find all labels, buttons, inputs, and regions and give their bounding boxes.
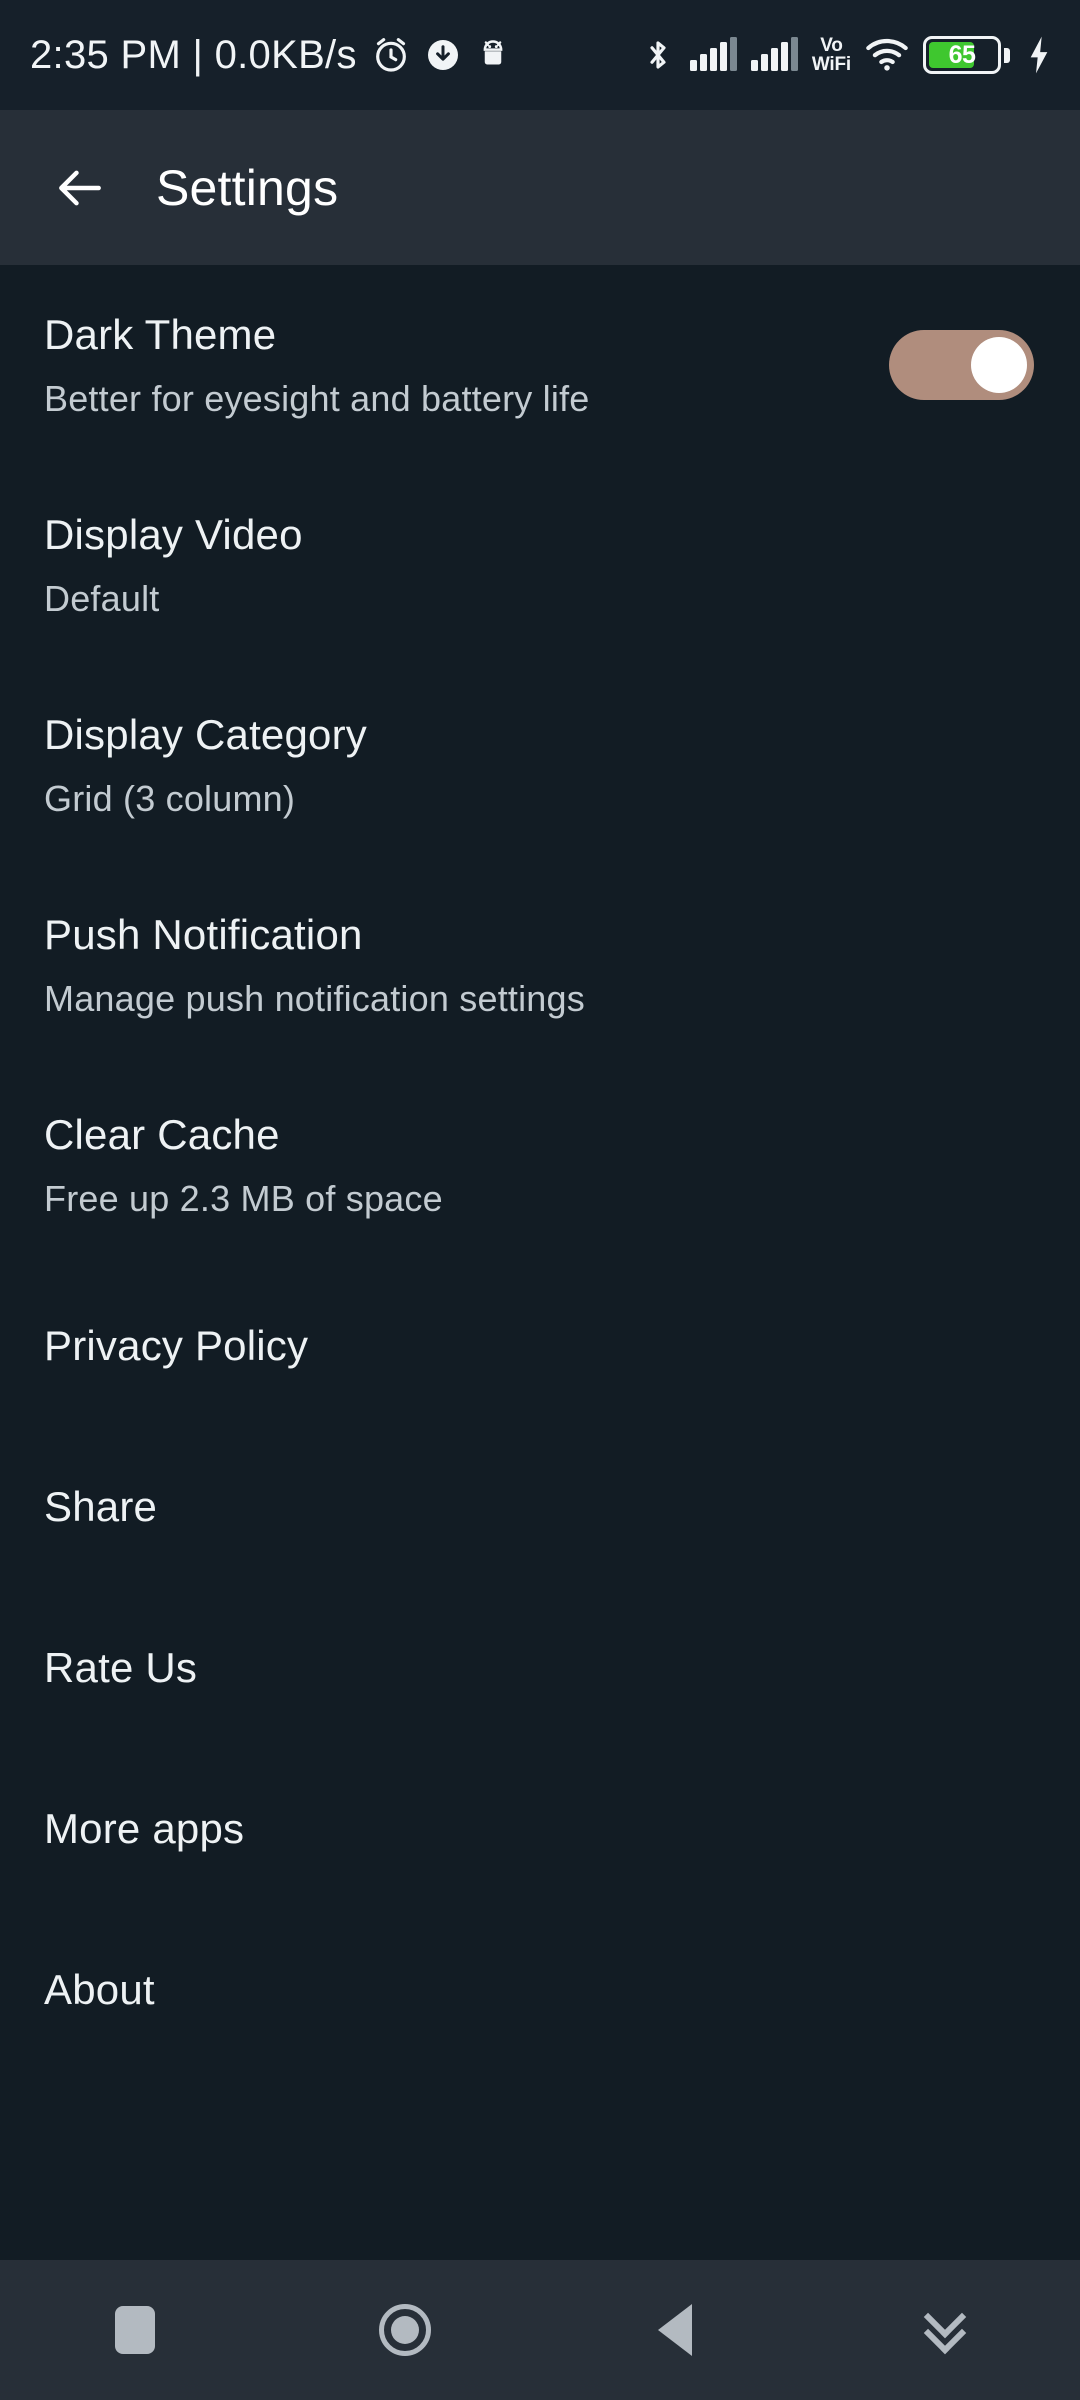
row-texts: Dark Theme Better for eyesight and batte…	[44, 310, 590, 419]
row-texts: Share	[44, 1482, 158, 1530]
volte-wifi-icon: Vo WiFi	[812, 36, 851, 74]
row-title: About	[44, 1965, 155, 2013]
volte-line-1: Vo	[820, 35, 843, 56]
battery-percent: 65	[948, 40, 976, 69]
row-title: Privacy Policy	[44, 1321, 309, 1369]
settings-row-share[interactable]: Share	[44, 1426, 1036, 1587]
settings-row-privacy-policy[interactable]: Privacy Policy	[44, 1265, 1036, 1426]
row-texts: Clear Cache Free up 2.3 MB of space	[44, 1110, 443, 1219]
status-bar-left: 2:35 PM | 0.0KB/s	[30, 33, 511, 78]
settings-row-rate-us[interactable]: Rate Us	[44, 1587, 1036, 1748]
row-title: Rate Us	[44, 1643, 198, 1691]
row-subtitle: Free up 2.3 MB of space	[44, 1177, 443, 1219]
battery-tip	[1004, 47, 1010, 63]
battery-indicator: 65	[923, 36, 1010, 74]
row-subtitle: Grid (3 column)	[44, 777, 296, 819]
navigation-bar	[0, 2260, 1080, 2400]
charging-bolt-icon	[1030, 36, 1048, 74]
row-subtitle: Manage push notification settings	[44, 977, 585, 1019]
row-texts: Display Category Grid (3 column)	[44, 710, 367, 819]
arrow-left-icon[interactable]	[52, 160, 108, 216]
switch-thumb	[971, 337, 1027, 393]
row-title: Share	[44, 1482, 158, 1530]
row-texts: Privacy Policy	[44, 1321, 309, 1369]
chevron-double-down-icon	[923, 2295, 967, 2355]
settings-row-about[interactable]: About	[44, 1909, 1036, 2070]
home-button[interactable]	[270, 2260, 540, 2400]
settings-row-push-notification[interactable]: Push Notification Manage push notificati…	[44, 865, 1036, 1065]
settings-row-clear-cache[interactable]: Clear Cache Free up 2.3 MB of space	[44, 1065, 1036, 1265]
cellular-signal-icon-sim1	[689, 37, 737, 71]
settings-row-display-video[interactable]: Display Video Default	[44, 465, 1036, 665]
battery-body: 65	[923, 36, 1001, 74]
square-icon	[115, 2306, 155, 2354]
row-texts: Push Notification Manage push notificati…	[44, 910, 585, 1019]
dark-theme-switch[interactable]	[889, 330, 1034, 400]
row-title: Dark Theme	[44, 310, 277, 358]
triangle-left-icon	[658, 2304, 692, 2356]
bluetooth-icon	[650, 41, 666, 69]
row-subtitle: Default	[44, 577, 160, 619]
status-clock: 2:35 PM | 0.0KB/s	[30, 32, 357, 77]
row-title: Clear Cache	[44, 1110, 280, 1158]
recents-button[interactable]	[0, 2260, 270, 2400]
app-bar: Settings	[0, 110, 1080, 265]
volte-line-2: WiFi	[811, 54, 851, 75]
settings-row-dark-theme[interactable]: Dark Theme Better for eyesight and batte…	[44, 265, 1036, 465]
row-texts: Display Video Default	[44, 510, 303, 619]
status-bar-right: Vo WiFi 65	[640, 35, 1054, 75]
row-title: Display Category	[44, 710, 367, 758]
circle-icon	[379, 2304, 431, 2356]
settings-row-more-apps[interactable]: More apps	[44, 1748, 1036, 1909]
row-subtitle: Better for eyesight and battery life	[44, 377, 590, 419]
alarm-clock-icon	[375, 38, 406, 72]
android-robot-icon	[483, 40, 503, 65]
row-title: More apps	[44, 1804, 245, 1852]
status-bar: 2:35 PM | 0.0KB/s Vo WiFi 65	[0, 0, 1080, 110]
cellular-signal-icon-sim2	[750, 37, 798, 71]
download-circle-icon	[427, 40, 458, 70]
row-title: Display Video	[44, 510, 303, 558]
wifi-icon	[866, 38, 908, 71]
row-texts: Rate Us	[44, 1643, 198, 1691]
page-title: Settings	[156, 159, 339, 216]
row-texts: About	[44, 1965, 155, 2013]
back-button[interactable]	[540, 2260, 810, 2400]
settings-list: Dark Theme Better for eyesight and batte…	[0, 265, 1080, 2260]
row-texts: More apps	[44, 1804, 245, 1852]
hide-keyboard-button[interactable]	[810, 2260, 1080, 2400]
row-title: Push Notification	[44, 910, 363, 958]
settings-row-display-category[interactable]: Display Category Grid (3 column)	[44, 665, 1036, 865]
